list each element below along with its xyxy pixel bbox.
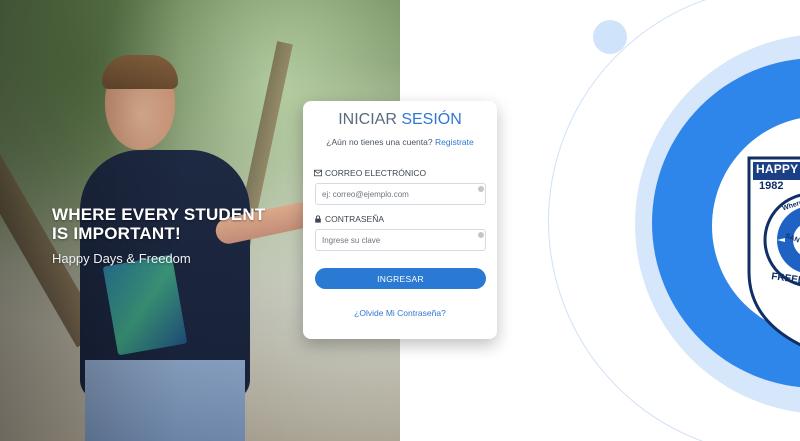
password-field[interactable] bbox=[315, 229, 486, 251]
password-label: CONTRASEÑA bbox=[314, 214, 384, 224]
school-crest-logo: HAPPY DAYS 1982 Where Every Studen SAN P… bbox=[747, 152, 800, 352]
lock-icon bbox=[315, 215, 321, 223]
email-field[interactable] bbox=[315, 183, 486, 205]
register-link[interactable]: Registrate bbox=[435, 137, 474, 147]
forgot-password-line: ¿Olvide Mi Contraseña? bbox=[303, 308, 497, 318]
email-label-text: CORREO ELECTRÓNICO bbox=[325, 168, 427, 178]
login-title-part-2: SESIÓN bbox=[401, 111, 462, 128]
password-label-text: CONTRASEÑA bbox=[325, 214, 385, 224]
crest-year: 1982 bbox=[759, 180, 784, 192]
password-field-autofill-icon bbox=[478, 232, 484, 238]
email-label: CORREO ELECTRÓNICO bbox=[314, 168, 426, 178]
hero-title-line-1: WHERE EVERY STUDENT bbox=[52, 205, 266, 224]
hero-title-line-2: IS IMPORTANT! bbox=[52, 224, 181, 243]
register-prompt-line: ¿Aún no tienes una cuenta? Registrate bbox=[303, 137, 497, 147]
login-submit-button[interactable]: INGRESAR bbox=[315, 268, 486, 289]
forgot-password-link[interactable]: ¿Olvide Mi Contraseña? bbox=[354, 308, 446, 318]
envelope-icon bbox=[314, 169, 322, 177]
register-prompt: ¿Aún no tienes una cuenta? bbox=[326, 137, 433, 147]
hero-text: WHERE EVERY STUDENT IS IMPORTANT! Happy … bbox=[52, 205, 292, 266]
crest-top-text: HAPPY DAYS bbox=[756, 162, 800, 176]
login-title: INICIAR SESIÓN bbox=[303, 111, 497, 129]
email-field-autofill-icon bbox=[478, 186, 484, 192]
login-card: INICIAR SESIÓN ¿Aún no tienes una cuenta… bbox=[303, 101, 497, 339]
hero-subtitle: Happy Days & Freedom bbox=[52, 251, 191, 266]
hero-title: WHERE EVERY STUDENT IS IMPORTANT! bbox=[52, 205, 292, 243]
decorative-dot bbox=[593, 20, 627, 54]
login-title-part-1: INICIAR bbox=[338, 111, 397, 128]
